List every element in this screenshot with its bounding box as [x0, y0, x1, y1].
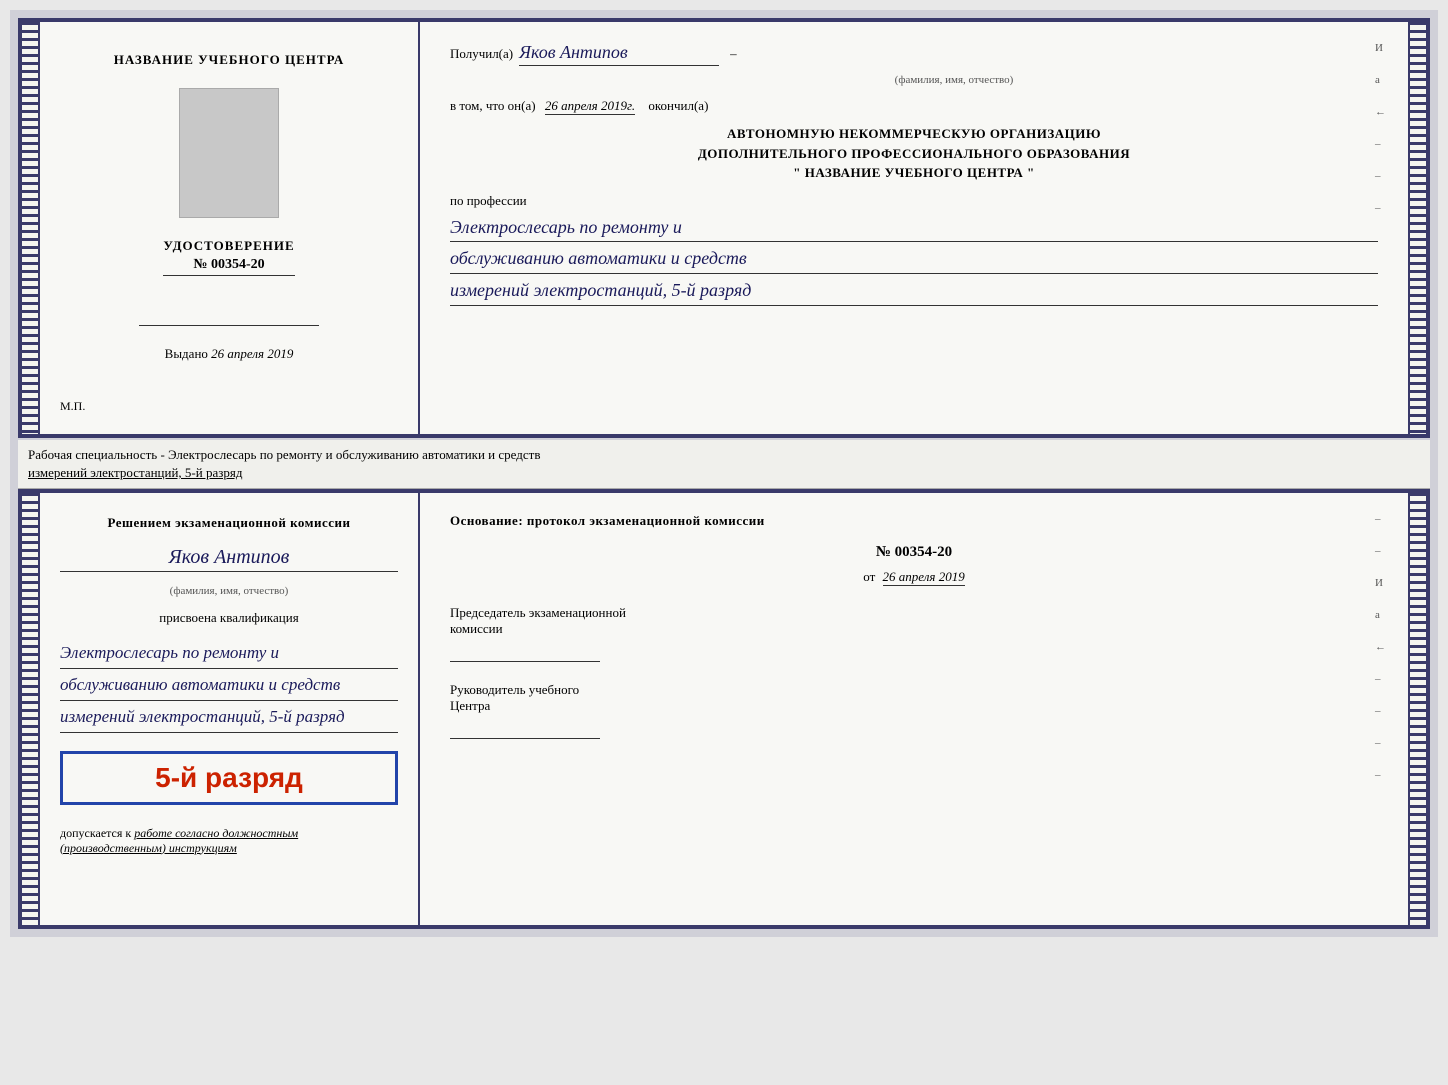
predsedatel-signature-line: [450, 642, 600, 662]
bottom-left-panel: Решением экзаменационной комиссии Яков А…: [40, 493, 420, 925]
fio-subtitle-top: (фамилия, имя, отчество): [530, 74, 1378, 86]
org-line1: АВТОНОМНУЮ НЕКОММЕРЧЕСКУЮ ОРГАНИЗАЦИЮ: [450, 124, 1378, 144]
ot-date-block: от 26 апреля 2019: [450, 569, 1378, 585]
bc-dash2: –: [1375, 545, 1386, 557]
qualification-line3: измерений электростанций, 5-й разряд: [60, 703, 398, 733]
bottom-right-panel: Основание: протокол экзаменационной коми…: [420, 493, 1408, 925]
bc-dash3: –: [1375, 673, 1386, 685]
bc-i: И: [1375, 577, 1386, 589]
razryad-badge: 5-й разряд: [60, 751, 398, 805]
vtom-date: 26 апреля 2019г.: [545, 98, 635, 115]
rukovoditel-signature-line: [450, 719, 600, 739]
udostoverenie-number: № 00354-20: [163, 257, 294, 276]
vydano-block: Выдано 26 апреля 2019: [165, 346, 294, 362]
top-center-title: НАЗВАНИЕ УЧЕБНОГО ЦЕНТРА: [114, 52, 345, 68]
char-dash1: –: [1375, 138, 1386, 150]
bc-arrow: ←: [1375, 641, 1386, 653]
top-signature-line: [139, 296, 319, 326]
bc-dash1: –: [1375, 513, 1386, 525]
dopuskaetsya-text2: (производственным) инструкциям: [60, 841, 237, 855]
vydano-date: 26 апреля 2019: [211, 346, 293, 361]
predsedatel-line2: комиссии: [450, 621, 1378, 637]
vtom-label: в том, что он(а): [450, 98, 536, 113]
bottom-right-side-chars: – – И а ← – – – –: [1375, 513, 1386, 781]
middle-text-strip: Рабочая специальность - Электрослесарь п…: [18, 440, 1430, 489]
protocol-number: № 00354-20: [450, 544, 1378, 561]
char-a: а: [1375, 74, 1386, 86]
ot-date: 26 апреля 2019: [883, 569, 965, 586]
bc-dash5: –: [1375, 737, 1386, 749]
top-right-panel: Получил(а) Яков Антипов – (фамилия, имя,…: [420, 22, 1408, 434]
middle-text-underline: измерений электростанций, 5-й разряд: [28, 465, 242, 480]
mp-label: М.П.: [60, 399, 85, 414]
predsedatel-block: Председатель экзаменационной комиссии: [450, 605, 1378, 662]
bottom-fio-subtitle: (фамилия, имя, отчество): [60, 585, 398, 597]
bottom-document: Решением экзаменационной комиссии Яков А…: [18, 489, 1430, 929]
recipient-name: Яков Антипов: [519, 42, 719, 66]
qualification-line2: обслуживанию автоматики и средств: [60, 671, 398, 701]
char-dash2: –: [1375, 170, 1386, 182]
bottom-person-name: Яков Антипов: [60, 546, 398, 572]
bc-dash4: –: [1375, 705, 1386, 717]
char-arrow: ←: [1375, 106, 1386, 118]
top-document: НАЗВАНИЕ УЧЕБНОГО ЦЕНТРА УДОСТОВЕРЕНИЕ №…: [18, 18, 1430, 438]
top-left-panel: НАЗВАНИЕ УЧЕБНОГО ЦЕНТРА УДОСТОВЕРЕНИЕ №…: [40, 22, 420, 434]
org-name-block: АВТОНОМНУЮ НЕКОММЕРЧЕСКУЮ ОРГАНИЗАЦИЮ ДО…: [450, 124, 1378, 183]
profession-line1: Электрослесарь по ремонту и: [450, 213, 1378, 243]
photo-placeholder: [179, 88, 279, 218]
receiver-line: Получил(а) Яков Антипов –: [450, 42, 1378, 66]
dopuskaetsya-text: работе согласно должностным: [134, 826, 298, 840]
bc-a: а: [1375, 609, 1386, 621]
dopuskaetsya-block: допускается к работе согласно должностны…: [60, 826, 398, 856]
poluchil-label: Получил(а): [450, 46, 513, 62]
resheniem-title: Решением экзаменационной комиссии: [60, 513, 398, 533]
profession-line2: обслуживанию автоматики и средств: [450, 244, 1378, 274]
bc-dash6: –: [1375, 769, 1386, 781]
bottom-left-strip: [22, 493, 40, 925]
bottom-right-strip: [1408, 493, 1426, 925]
osnovanie-title: Основание: протокол экзаменационной коми…: [450, 513, 1378, 529]
prisvoena-label: присвоена квалификация: [60, 610, 398, 626]
org-line3: " НАЗВАНИЕ УЧЕБНОГО ЦЕНТРА ": [450, 163, 1378, 183]
predsedatel-line1: Председатель экзаменационной: [450, 605, 1378, 621]
razryad-big-text: 5-й разряд: [78, 762, 380, 794]
org-line2: ДОПОЛНИТЕЛЬНОГО ПРОФЕССИОНАЛЬНОГО ОБРАЗО…: [450, 144, 1378, 164]
vtom-line: в том, что он(а) 26 апреля 2019г. окончи…: [450, 98, 1378, 114]
udostoverenie-block: УДОСТОВЕРЕНИЕ № 00354-20: [163, 238, 294, 276]
rukovoditel-block: Руководитель учебного Центра: [450, 682, 1378, 739]
po-professii-label: по профессии: [450, 193, 1378, 209]
ot-label: от: [863, 569, 875, 584]
middle-text-main: Рабочая специальность - Электрослесарь п…: [28, 447, 540, 462]
okonchil-label: окончил(а): [648, 98, 708, 113]
rukovoditel-line1: Руководитель учебного: [450, 682, 1378, 698]
right-side-chars: И а ← – – –: [1375, 42, 1386, 214]
profession-line3: измерений электростанций, 5-й разряд: [450, 276, 1378, 306]
qualification-block: Электрослесарь по ремонту и обслуживанию…: [60, 639, 398, 735]
right-decorative-strip: [1408, 22, 1426, 434]
rukovoditel-line2: Центра: [450, 698, 1378, 714]
dopuskaetsya-label: допускается к: [60, 826, 131, 840]
char-dash3: –: [1375, 202, 1386, 214]
page-wrapper: НАЗВАНИЕ УЧЕБНОГО ЦЕНТРА УДОСТОВЕРЕНИЕ №…: [10, 10, 1438, 937]
profession-block: Электрослесарь по ремонту и обслуживанию…: [450, 213, 1378, 306]
qualification-line1: Электрослесарь по ремонту и: [60, 639, 398, 669]
udostoverenie-label: УДОСТОВЕРЕНИЕ: [163, 238, 294, 254]
char-i: И: [1375, 42, 1386, 54]
left-decorative-strip: [22, 22, 40, 434]
dash: –: [730, 46, 737, 62]
vydano-label: Выдано: [165, 346, 208, 361]
